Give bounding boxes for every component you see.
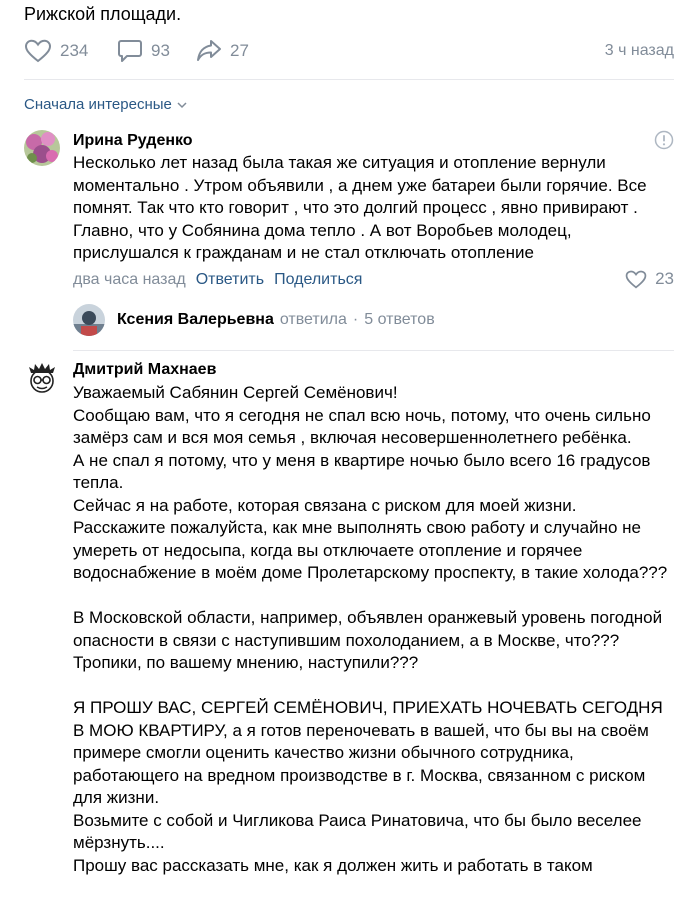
comment-icon — [118, 40, 142, 62]
share-count: 27 — [230, 41, 249, 60]
comment-count: 93 — [151, 41, 170, 60]
avatar[interactable] — [24, 130, 60, 166]
comment-author[interactable]: Дмитрий Махнаев — [73, 361, 216, 379]
heart-icon — [24, 39, 52, 63]
reply-action: ответила — [279, 311, 347, 328]
reply-author[interactable]: Ксения Валерьевна — [117, 311, 274, 329]
reply-count[interactable]: 5 ответов — [364, 311, 434, 329]
comment-button[interactable]: 93 — [117, 36, 170, 66]
reply-separator: · — [352, 311, 359, 328]
comment-divider — [73, 350, 674, 351]
share-button[interactable]: 27 — [196, 36, 249, 66]
replies-thread[interactable]: Ксения Валерьевна ответила · 5 ответов — [73, 304, 435, 336]
comment-time[interactable]: два часа назад — [73, 271, 186, 289]
comment-like-button[interactable]: 23 — [625, 269, 674, 289]
comment-meta: два часа назад Ответить Поделиться — [73, 271, 362, 289]
comment: Ирина Руденко Несколько лет назад была т… — [24, 130, 674, 340]
avatar[interactable] — [73, 304, 105, 336]
comment-text: Несколько лет назад была такая же ситуац… — [73, 153, 652, 262]
avatar[interactable] — [24, 361, 60, 397]
comment-author[interactable]: Ирина Руденко — [73, 132, 193, 150]
like-count: 234 — [60, 41, 89, 60]
post-divider — [24, 79, 674, 80]
comment: Дмитрий Махнаев Уважаемый Сабянин Сергей… — [24, 361, 674, 921]
heart-icon — [625, 270, 647, 288]
comment-text: Уважаемый Сабянин Сергей Семёнович! Сооб… — [73, 383, 668, 875]
reply-button[interactable]: Ответить — [196, 271, 264, 289]
share-icon — [197, 40, 221, 61]
post-actions: 234 93 27 3 ч назад — [24, 36, 674, 66]
share-comment-button[interactable]: Поделиться — [274, 271, 362, 289]
post-time[interactable]: 3 ч назад — [605, 42, 674, 60]
chevron-down-icon — [177, 101, 187, 108]
post-text-tail: Рижской площади. — [24, 4, 182, 24]
comment-sort-dropdown[interactable]: Сначала интересные — [24, 96, 187, 113]
sort-label: Сначала интересные — [24, 96, 172, 113]
comment-like-count: 23 — [655, 269, 674, 288]
like-button[interactable]: 234 — [24, 36, 88, 66]
